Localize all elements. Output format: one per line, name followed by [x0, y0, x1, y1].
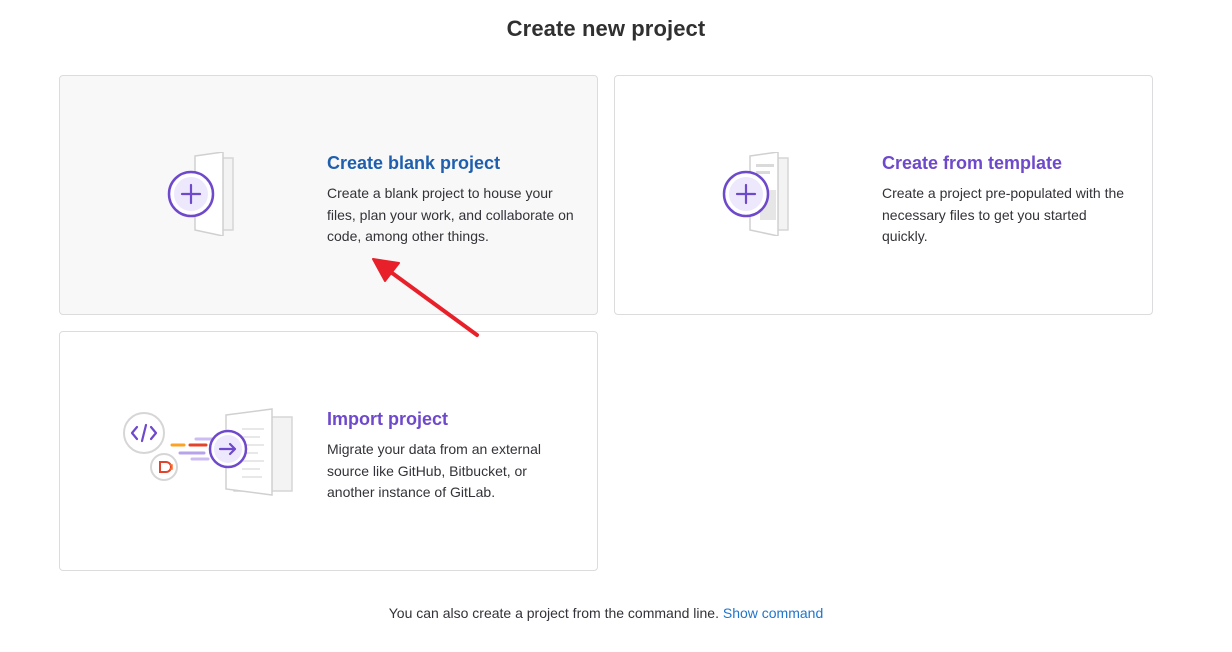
create-blank-project-card[interactable]: Create blank project Create a blank proj… — [59, 75, 598, 315]
create-blank-project-description: Create a blank project to house your fil… — [327, 185, 574, 244]
create-from-template-text: Create from template Create a project pr… — [882, 152, 1132, 248]
create-from-template-title[interactable]: Create from template — [882, 152, 1132, 174]
create-from-template-card[interactable]: Create from template Create a project pr… — [614, 75, 1153, 315]
blank-project-illustration — [167, 152, 234, 236]
template-project-illustration — [722, 152, 789, 236]
gitlab-tag-icon — [150, 453, 178, 481]
import-project-text: Import project Migrate your data from an… — [327, 408, 577, 504]
show-command-link[interactable]: Show command — [723, 605, 823, 621]
code-icon — [123, 412, 165, 454]
page-title: Create new project — [506, 16, 706, 41]
plus-icon — [722, 170, 770, 218]
import-project-card[interactable]: Import project Migrate your data from an… — [59, 331, 598, 571]
create-from-template-description: Create a project pre-populated with the … — [882, 185, 1125, 244]
command-line-hint-text: You can also create a project from the c… — [388, 605, 719, 621]
import-project-illustration — [123, 408, 293, 496]
import-project-description: Migrate your data from an external sourc… — [327, 441, 541, 500]
create-blank-project-text: Create blank project Create a blank proj… — [327, 152, 577, 248]
plus-icon — [167, 170, 215, 218]
page: Create new project Create blank project … — [0, 0, 1232, 652]
import-project-title[interactable]: Import project — [327, 408, 577, 430]
command-line-hint: You can also create a project from the c… — [0, 605, 1212, 621]
create-blank-project-title[interactable]: Create blank project — [327, 152, 577, 174]
arrow-right-icon — [208, 429, 248, 469]
